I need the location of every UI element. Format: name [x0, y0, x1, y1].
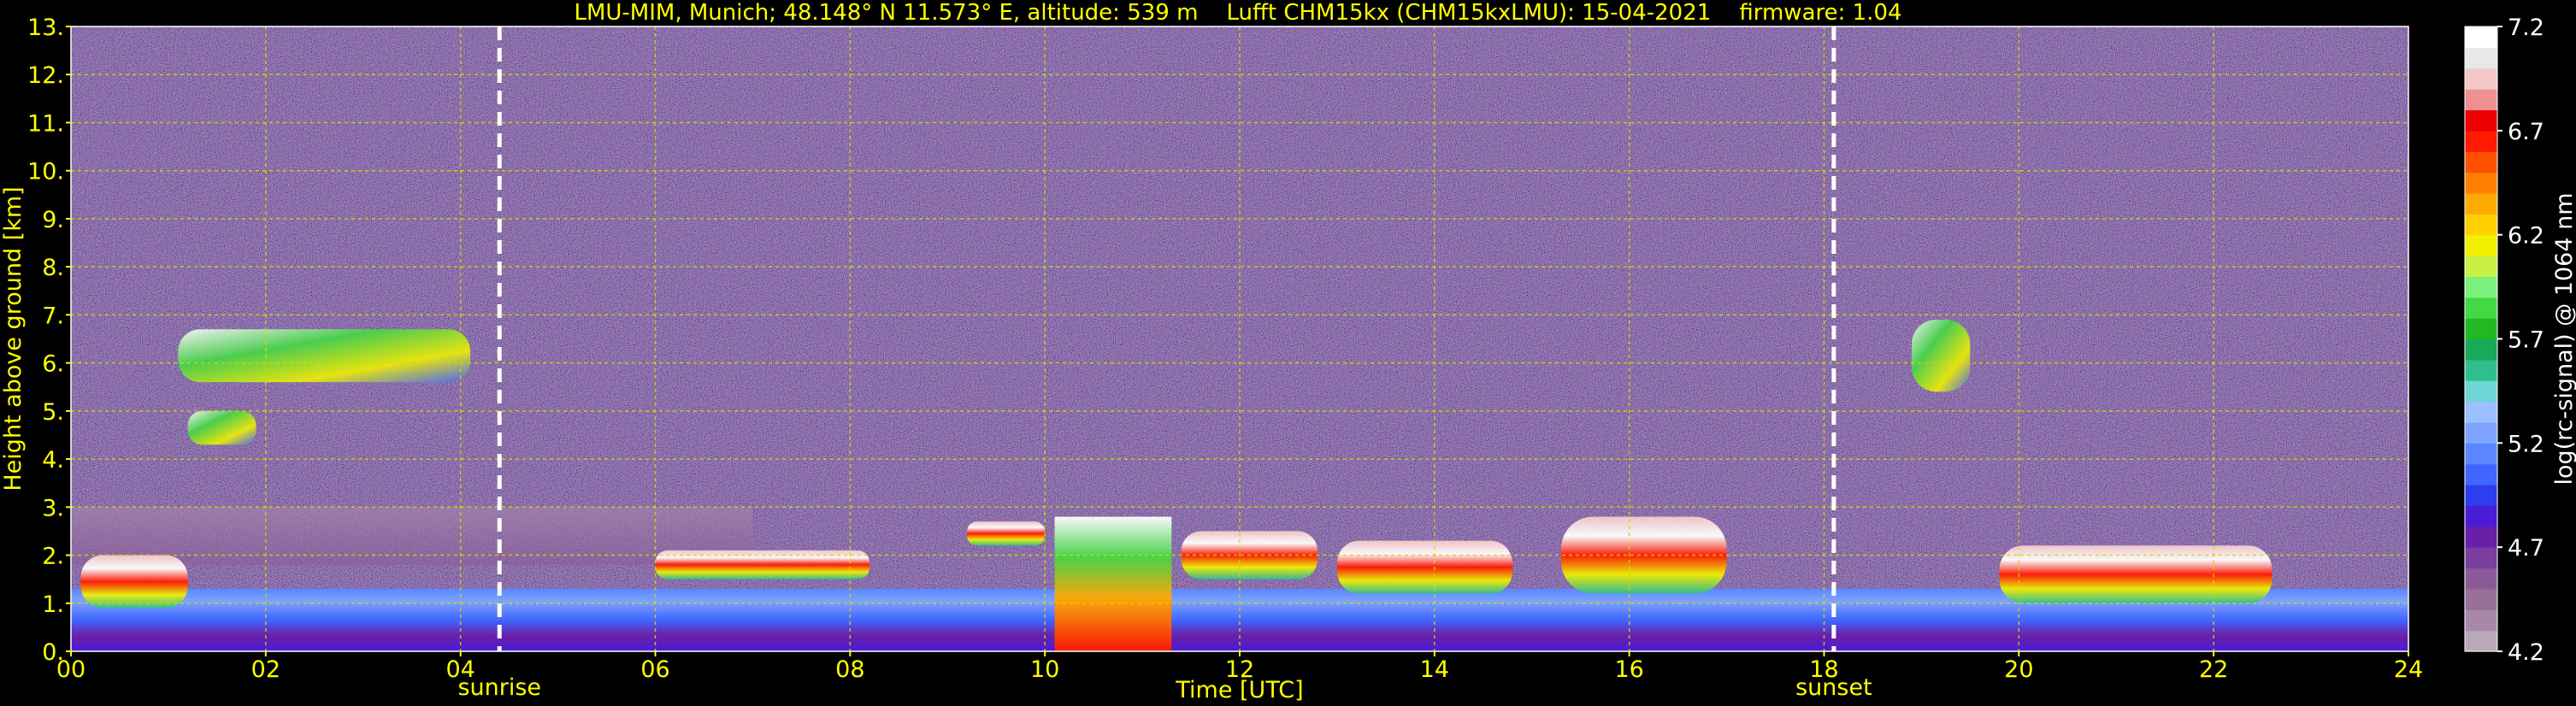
colorbar-swatch: [2465, 547, 2497, 569]
layer-cirrus: [178, 329, 471, 383]
colorbar-swatch: [2465, 89, 2497, 111]
colorbar-tick-label: 7.2: [2508, 15, 2544, 41]
y-tick-label: 9.: [42, 207, 64, 233]
colorbar-swatch: [2465, 380, 2497, 403]
ceilometer-chart: LMU-MIM, Munich; 48.148° N 11.573° E, al…: [0, 0, 2576, 703]
colorbar-swatch: [2465, 338, 2497, 361]
colorbar-tick-label: 6.7: [2508, 119, 2544, 145]
colorbar-swatch: [2465, 630, 2497, 652]
colorbar-swatch: [2465, 214, 2497, 236]
x-tick-label: 22: [2199, 656, 2228, 683]
layer-residual-layer: [71, 507, 753, 565]
colorbar-swatch: [2465, 526, 2497, 548]
colorbar-tick-label: 4.2: [2508, 639, 2544, 666]
y-tick-label: 3.: [42, 495, 64, 521]
layer-cloud: [1336, 540, 1512, 594]
colorbar-swatch: [2465, 443, 2497, 465]
y-tick-label: 12.: [27, 62, 64, 89]
y-tick-label: 2.: [42, 544, 64, 570]
y-tick-label: 7.: [42, 303, 64, 329]
colorbar-swatch: [2465, 234, 2497, 256]
x-tick-label: 10: [1030, 656, 1059, 683]
y-tick-label: 5.: [42, 399, 64, 426]
plot-area: [70, 26, 2409, 652]
colorbar-swatch: [2465, 26, 2497, 48]
x-tick-label: 14: [1420, 656, 1449, 683]
layer-cirrus: [1912, 320, 1971, 392]
colorbar-tick-label: 5.7: [2508, 327, 2544, 354]
layer-cloud: [1999, 545, 2272, 603]
colorbar-tick-label: 4.7: [2508, 535, 2544, 562]
y-tick-label: 0.: [42, 639, 64, 666]
y-tick-label: 13.: [27, 15, 64, 41]
y-tick-label: 11.: [27, 110, 64, 137]
y-tick-label: 1.: [42, 591, 64, 618]
y-axis-label: Height above ground [km]: [0, 186, 27, 491]
x-tick-label: 08: [835, 656, 864, 683]
sun-marker-label: sunset: [1795, 674, 1872, 701]
colorbar-swatch: [2465, 297, 2497, 319]
x-tick-label: 06: [640, 656, 669, 683]
layer-cloud: [80, 555, 188, 609]
colorbar-label: log(rc-signal) @ 1064 nm: [2551, 192, 2576, 485]
colorbar-swatch: [2465, 463, 2497, 485]
colorbar-swatch: [2465, 485, 2497, 507]
y-tick-label: 6.: [42, 351, 64, 378]
colorbar-swatch: [2465, 568, 2497, 590]
colorbar-swatch: [2465, 588, 2497, 610]
colorbar-swatch: [2465, 256, 2497, 277]
chart-title: LMU-MIM, Munich; 48.148° N 11.573° E, al…: [574, 0, 1901, 26]
colorbar-swatch: [2465, 401, 2497, 423]
colorbar-tick-label: 5.2: [2508, 431, 2544, 457]
colorbar-tick-label: 6.2: [2508, 223, 2544, 250]
y-tick-label: 8.: [42, 255, 64, 281]
colorbar-swatch: [2465, 505, 2497, 527]
y-tick-label: 4.: [42, 447, 64, 474]
colorbar-swatch: [2465, 421, 2497, 444]
colorbar-swatch: [2465, 359, 2497, 381]
colorbar-swatch: [2465, 192, 2497, 215]
sun-marker-label: sunrise: [457, 674, 541, 701]
colorbar-swatch: [2465, 172, 2497, 194]
layer-precipitation: [1054, 516, 1172, 651]
layer-cloud: [967, 521, 1046, 546]
colorbar-swatch: [2465, 47, 2497, 69]
x-tick-label: 24: [2394, 656, 2423, 683]
colorbar-swatch: [2465, 276, 2497, 298]
y-axis-ticks: 0. 1. 2. 3. 4. 5. 6. 7. 8. 9. 10. 11. 12. 13.: [27, 15, 71, 666]
x-tick-label: 16: [1614, 656, 1643, 683]
x-tick-label: 02: [251, 656, 280, 683]
colorbar: 4.2 4.7 5.2 5.7 6.2 6.7 7.2: [2464, 15, 2544, 666]
colorbar-swatch: [2465, 609, 2497, 632]
layer-cirrus: [187, 410, 256, 445]
y-tick-label: 10.: [27, 159, 64, 185]
x-axis-label: Time [UTC]: [1175, 677, 1303, 703]
colorbar-swatch: [2465, 130, 2497, 152]
colorbar-swatch: [2465, 68, 2497, 90]
colorbar-swatch: [2465, 109, 2497, 132]
x-tick-label: 20: [2004, 656, 2033, 683]
colorbar-swatch: [2465, 318, 2497, 340]
colorbar-swatch: [2465, 151, 2497, 174]
